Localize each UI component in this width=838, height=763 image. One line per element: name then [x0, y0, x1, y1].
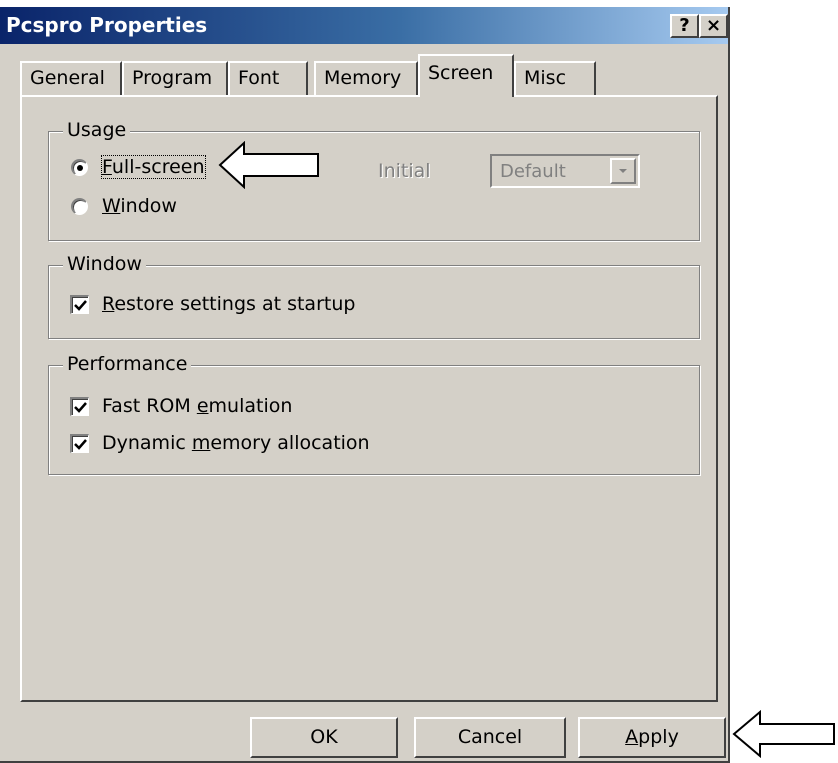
dynamic-memory-checkbox[interactable]	[70, 434, 89, 453]
tab-label: Program	[132, 67, 213, 89]
initial-size-value: Default	[500, 161, 566, 182]
performance-group-legend: Performance	[63, 353, 192, 375]
chevron-down-icon	[619, 169, 627, 173]
mnemonic: e	[196, 395, 209, 417]
cancel-button[interactable]: Cancel	[414, 717, 566, 758]
tab-label: Font	[238, 67, 280, 89]
label-rest: estore settings at startup	[114, 293, 356, 315]
tab-screen[interactable]: Screen	[418, 54, 514, 97]
apply-button[interactable]: Apply	[578, 717, 726, 758]
label-rest: indow	[120, 195, 177, 217]
initial-label: Initial	[378, 160, 431, 182]
full-screen-label[interactable]: Full-screen	[101, 155, 206, 179]
fast-rom-checkbox[interactable]	[70, 397, 89, 416]
properties-dialog: Pcspro Properties ? × General Program Fo…	[0, 7, 730, 763]
label-rest: ull-screen	[111, 156, 205, 178]
tab-label: General	[30, 67, 105, 89]
checkmark-icon	[74, 402, 87, 413]
tab-label: Misc	[524, 67, 567, 89]
label-rest: mulation	[208, 395, 293, 417]
dropdown-arrow-button[interactable]	[610, 158, 636, 184]
fast-rom-label[interactable]: Fast ROM emulation	[102, 395, 292, 417]
radio-selected-dot	[77, 165, 83, 171]
checkmark-icon	[74, 300, 87, 311]
checkmark-icon	[74, 439, 87, 450]
usage-group-legend: Usage	[63, 119, 131, 141]
full-screen-radio[interactable]	[71, 159, 88, 176]
tab-program[interactable]: Program	[122, 61, 228, 95]
tab-memory[interactable]: Memory	[314, 61, 418, 95]
label-rest: pply	[638, 726, 679, 748]
annotation-arrow-left-icon	[732, 710, 835, 758]
window-mode-label[interactable]: Window	[102, 195, 177, 217]
tab-font[interactable]: Font	[228, 61, 308, 95]
restore-settings-checkbox[interactable]	[70, 295, 89, 314]
window-radio[interactable]	[71, 198, 88, 215]
mnemonic: A	[625, 726, 639, 748]
help-button[interactable]: ?	[670, 14, 699, 38]
window-title: Pcspro Properties	[6, 13, 208, 37]
window-group-legend: Window	[63, 253, 146, 275]
mnemonic: W	[102, 195, 121, 217]
tab-label: Screen	[428, 62, 494, 84]
label-pre: Dynamic	[102, 432, 192, 454]
mnemonic: m	[191, 432, 211, 454]
mnemonic: R	[102, 293, 115, 315]
screenshot-stage: Pcspro Properties ? × General Program Fo…	[0, 0, 838, 763]
label-pre: Fast ROM	[102, 395, 197, 417]
annotation-arrow-left-icon	[218, 141, 319, 189]
title-bar[interactable]: Pcspro Properties ? ×	[0, 7, 728, 44]
performance-group: Performance	[48, 353, 700, 475]
tab-general[interactable]: General	[20, 61, 122, 95]
initial-size-dropdown[interactable]: Default	[490, 154, 640, 188]
tab-misc[interactable]: Misc	[514, 61, 596, 95]
ok-button[interactable]: OK	[250, 717, 398, 758]
mnemonic: F	[102, 156, 112, 178]
dynamic-memory-label[interactable]: Dynamic memory allocation	[102, 432, 370, 454]
tab-label: Memory	[324, 67, 402, 89]
restore-settings-label[interactable]: Restore settings at startup	[102, 293, 355, 315]
close-button[interactable]: ×	[699, 14, 728, 38]
label-rest: emory allocation	[210, 432, 370, 454]
